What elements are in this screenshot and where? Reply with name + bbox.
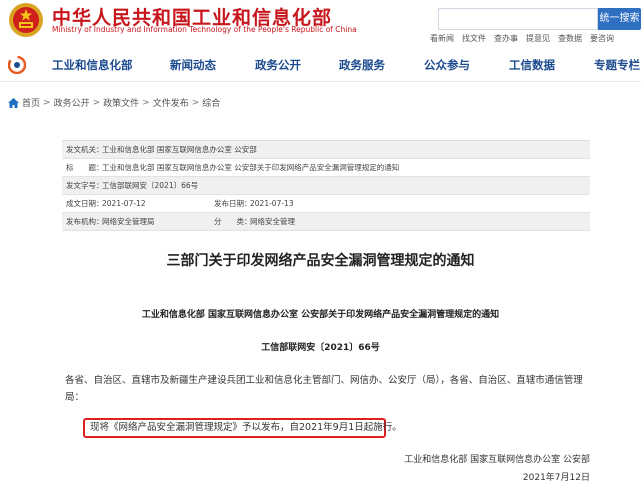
nav-item-participation[interactable]: 公众参与 [424,57,470,73]
meta-title: 工业和信息化部 国家互联网信息办公室 公安部关于印发网络产品安全漏洞管理规定的通… [102,163,400,172]
article-date: 2021年7月12日 [522,473,590,483]
breadcrumb-separator: > [43,97,51,108]
meta-row-org: 发布机构： 网络安全管理局 分 类： 网络安全管理 [62,213,590,231]
breadcrumb-separator: > [142,97,150,108]
article-signature: 工业和信息化部 国家互联网信息办公室 公安部 [404,455,590,465]
meta-org: 网络安全管理局 [102,217,155,226]
nav-item-data[interactable]: 工信数据 [509,57,555,73]
meta-label: 发布日期： [214,199,252,208]
meta-label: 发文机关： [66,145,104,154]
quick-link-data[interactable]: 查数据 [558,33,582,45]
highlighted-notice: 现将《网络产品安全漏洞管理规定》予以发布，自2021年9月1日起施行。 [83,418,402,438]
search-button[interactable]: 统一搜索 [598,8,641,30]
article-docno: 工信部联网安〔2021〕66号 [261,343,380,353]
site-header: 中华人民共和国工业和信息化部 Ministry of Industry and … [0,0,641,48]
meta-category: 网络安全管理 [250,217,295,226]
meta-label: 发文字号： [66,181,104,190]
quick-link-consult[interactable]: 要咨询 [590,33,614,45]
nav-item-gov-affairs[interactable]: 政务公开 [255,57,301,73]
breadcrumb-home[interactable]: 首页 [22,96,40,109]
ministry-logo-icon [8,56,26,74]
nav-item-ministry[interactable]: 工业和信息化部 [52,57,133,73]
meta-created: 2021-07-12 [102,199,146,208]
meta-published: 2021-07-13 [250,199,294,208]
breadcrumb-publish[interactable]: 文件发布 [153,96,189,109]
meta-docno: 工信部联网安〔2021〕66号 [102,181,199,190]
meta-row-issuer: 发文机关： 工业和信息化部 国家互联网信息办公室 公安部 [62,141,590,159]
article-addressees: 各省、自治区、直辖市及新疆生产建设兵团工业和信息化主管部门、网信办、公安厅（局）… [65,375,583,403]
meta-issuer: 工业和信息化部 国家互联网信息办公室 公安部 [102,145,257,154]
site-subtitle: Ministry of Industry and Information Tec… [52,25,357,34]
article-title: 三部门关于印发网络产品安全漏洞管理规定的通知 [166,253,475,269]
meta-label: 成文日期： [66,199,104,208]
nav-item-news[interactable]: 新闻动态 [170,57,216,73]
breadcrumb-general[interactable]: 综合 [202,96,220,109]
quick-links: 看新闻 找文件 查办事 提意见 查数据 要咨询 [430,33,614,45]
home-icon [8,97,19,108]
breadcrumb: 首页 > 政务公开 > 政策文件 > 文件发布 > 综合 [8,96,220,109]
breadcrumb-separator: > [191,97,200,108]
meta-label: 标 题： [66,163,104,172]
quick-link-news[interactable]: 看新闻 [430,33,454,45]
search-input[interactable] [438,8,598,30]
meta-row-title: 标 题： 工业和信息化部 国家互联网信息办公室 公安部关于印发网络产品安全漏洞管… [62,159,590,177]
breadcrumb-gov-affairs[interactable]: 政务公开 [54,96,90,109]
article-subhead: 工业和信息化部 国家互联网信息办公室 公安部关于印发网络产品安全漏洞管理规定的通… [141,310,500,320]
meta-label: 发布机构： [66,217,104,226]
document-meta-table: 发文机关： 工业和信息化部 国家互联网信息办公室 公安部 标 题： 工业和信息化… [62,140,590,231]
quick-link-services[interactable]: 查办事 [494,33,518,45]
meta-row-docno: 发文字号： 工信部联网安〔2021〕66号 [62,177,590,195]
quick-link-feedback[interactable]: 提意见 [526,33,550,45]
breadcrumb-policy[interactable]: 政策文件 [103,96,139,109]
national-emblem-icon [9,3,43,37]
nav-item-services[interactable]: 政务服务 [339,57,385,73]
breadcrumb-separator: > [92,97,101,108]
meta-row-dates: 成文日期： 2021-07-12 发布日期： 2021-07-13 [62,195,590,213]
meta-label: 分 类： [214,217,252,226]
quick-link-files[interactable]: 找文件 [462,33,486,45]
nav-item-topics[interactable]: 专题专栏 [594,57,640,73]
main-nav: 工业和信息化部 新闻动态 政务公开 政务服务 公众参与 工信数据 专题专栏 [0,48,641,82]
